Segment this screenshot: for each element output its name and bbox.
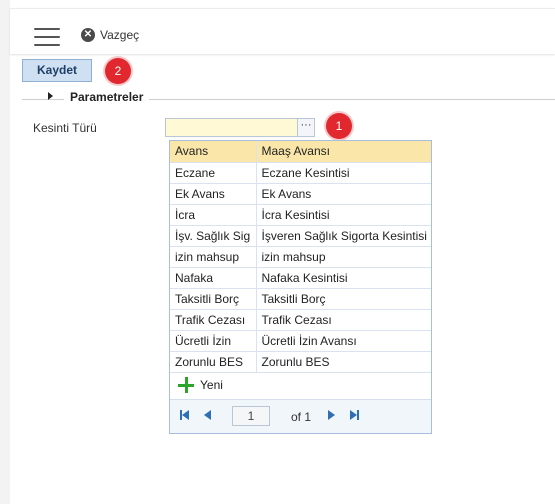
- row-name-cell[interactable]: Taksitli Borç: [256, 288, 431, 310]
- table-row[interactable]: Ek Avans Ek Avans: [170, 183, 431, 205]
- step-badge-2: 2: [105, 58, 131, 84]
- row-name-cell[interactable]: Ücretli İzin Avansı: [256, 330, 431, 352]
- table-row[interactable]: İcra İcra Kesintisi: [170, 204, 431, 226]
- page-count-label: of 1: [291, 410, 312, 424]
- table-row[interactable]: Avans Maaş Avansı: [170, 141, 431, 163]
- app-window: ✕ Vazgeç Kaydet 2 Parametreler Kesinti T…: [0, 0, 555, 504]
- step-badge-1: 1: [326, 113, 352, 139]
- deduction-type-combobox[interactable]: ···: [165, 118, 315, 137]
- page-number-input[interactable]: 1: [232, 406, 270, 426]
- parameters-section-header[interactable]: Parametreler: [22, 88, 555, 106]
- save-button[interactable]: Kaydet: [22, 59, 92, 82]
- row-code-cell[interactable]: Ek Avans: [170, 183, 257, 205]
- expand-arrow-icon[interactable]: [48, 92, 53, 100]
- first-page-icon[interactable]: [180, 410, 189, 420]
- previous-page-icon[interactable]: [204, 410, 211, 420]
- row-code-cell[interactable]: İşv. Sağlık Sig: [170, 225, 257, 247]
- table-row[interactable]: Taksitli Borç Taksitli Borç: [170, 288, 431, 310]
- row-name-cell[interactable]: Trafik Cezası: [256, 309, 431, 331]
- row-code-cell[interactable]: izin mahsup: [170, 246, 257, 268]
- close-circle-icon: ✕: [81, 28, 95, 42]
- row-code-cell[interactable]: Eczane: [170, 162, 257, 184]
- cancel-button[interactable]: ✕ Vazgeç: [81, 27, 139, 43]
- row-code-cell[interactable]: Taksitli Borç: [170, 288, 257, 310]
- table-row[interactable]: İşv. Sağlık Sig İşveren Sağlık Sigorta Ke…: [170, 225, 431, 247]
- table-row[interactable]: Trafik Cezası Trafik Cezası: [170, 309, 431, 331]
- row-code-cell[interactable]: İcra: [170, 204, 257, 226]
- next-page-icon[interactable]: [328, 410, 335, 420]
- row-name-cell[interactable]: Ek Avans: [256, 183, 431, 205]
- deduction-type-label: Kesinti Türü: [33, 121, 97, 135]
- table-row[interactable]: Ücretli İzin Ücretli İzin Avansı: [170, 330, 431, 352]
- row-code-cell[interactable]: Ücretli İzin: [170, 330, 257, 352]
- table-row[interactable]: Zorunlu BES Zorunlu BES: [170, 351, 431, 373]
- top-toolbar: ✕ Vazgeç: [10, 8, 555, 54]
- cancel-label: Vazgeç: [100, 28, 140, 42]
- table-row[interactable]: Nafaka Nafaka Kesintisi: [170, 267, 431, 289]
- left-gutter: [0, 0, 10, 504]
- row-code-cell[interactable]: Trafik Cezası: [170, 309, 257, 331]
- table-row[interactable]: izin mahsup izin mahsup: [170, 246, 431, 268]
- lookup-ellipsis-button[interactable]: ···: [297, 119, 314, 136]
- plus-icon: [178, 377, 194, 393]
- row-name-cell[interactable]: izin mahsup: [256, 246, 431, 268]
- lookup-table: Avans Maaş Avansı Eczane Eczane Kesintisi Ek…: [170, 141, 431, 373]
- row-name-cell[interactable]: İşveren Sağlık Sigorta Kesintisi: [256, 225, 431, 247]
- row-code-cell[interactable]: Zorunlu BES: [170, 351, 257, 373]
- table-row[interactable]: Eczane Eczane Kesintisi: [170, 162, 431, 184]
- lookup-dropdown: Avans Maaş Avansı Eczane Eczane Kesintisi Ek…: [169, 140, 432, 434]
- row-name-cell[interactable]: Zorunlu BES: [256, 351, 431, 373]
- row-name-cell[interactable]: İcra Kesintisi: [256, 204, 431, 226]
- add-new-button[interactable]: Yeni: [170, 371, 431, 399]
- add-new-label: Yeni: [200, 378, 223, 392]
- row-code-cell[interactable]: Nafaka: [170, 267, 257, 289]
- row-code-cell[interactable]: Avans: [170, 141, 257, 163]
- pagination-bar: 1 of 1: [170, 399, 431, 433]
- hamburger-menu-icon[interactable]: [34, 28, 60, 48]
- section-title: Parametreler: [64, 90, 150, 104]
- last-page-icon[interactable]: [350, 410, 359, 420]
- row-name-cell[interactable]: Eczane Kesintisi: [256, 162, 431, 184]
- row-name-cell[interactable]: Nafaka Kesintisi: [256, 267, 431, 289]
- row-name-cell[interactable]: Maaş Avansı: [256, 141, 431, 163]
